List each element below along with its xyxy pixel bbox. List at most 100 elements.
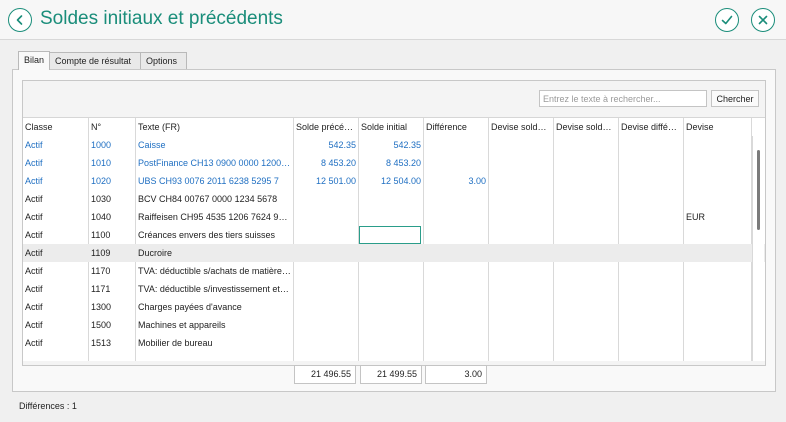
cell-classe[interactable]: Actif xyxy=(23,262,89,280)
confirm-button[interactable] xyxy=(715,8,739,32)
cell-devise[interactable] xyxy=(684,226,752,244)
cell-solde-initial[interactable] xyxy=(359,208,424,226)
cell-solde-initial[interactable] xyxy=(359,190,424,208)
cell-difference[interactable] xyxy=(424,334,489,352)
cell-texte[interactable]: Raiffeisen CH95 4535 1206 7624 98… xyxy=(136,208,294,226)
cell-classe[interactable]: Actif xyxy=(23,208,89,226)
cell-numero[interactable]: 1020 xyxy=(89,172,136,190)
search-input[interactable] xyxy=(539,90,707,107)
cell-numero[interactable]: 1109 xyxy=(89,244,136,262)
cell-solde-initial[interactable] xyxy=(359,244,424,262)
cell-texte[interactable]: Créances envers des tiers suisses xyxy=(136,226,294,244)
cell-texte[interactable]: BCV CH84 00767 0000 1234 5678 xyxy=(136,190,294,208)
header-devise-solde-initial[interactable]: Devise sold… xyxy=(554,118,619,136)
cell-difference[interactable] xyxy=(424,316,489,334)
cell-solde-precedent[interactable] xyxy=(294,298,359,316)
cell-texte[interactable]: TVA: déductible s/investissement et… xyxy=(136,280,294,298)
cell-devise[interactable] xyxy=(684,334,752,352)
cell-classe[interactable]: Actif xyxy=(23,190,89,208)
cell-solde-precedent[interactable] xyxy=(294,280,359,298)
cell-classe[interactable]: Actif xyxy=(23,298,89,316)
cell-numero[interactable]: 1171 xyxy=(89,280,136,298)
cell-solde-precedent[interactable]: 12 501.00 xyxy=(294,172,359,190)
cell-solde-precedent[interactable] xyxy=(294,208,359,226)
header-classe[interactable]: Classe xyxy=(23,118,89,136)
cell-numero[interactable]: 1040 xyxy=(89,208,136,226)
table-row[interactable]: Actif 1513 Mobilier de bureau xyxy=(23,334,765,352)
cell-solde-precedent[interactable] xyxy=(294,190,359,208)
cell-solde-precedent[interactable] xyxy=(294,244,359,262)
tab-options[interactable]: Options xyxy=(140,52,187,70)
cell-difference[interactable] xyxy=(424,262,489,280)
cell-difference[interactable] xyxy=(424,298,489,316)
table-row[interactable]: Actif 1020 UBS CH93 0076 2011 6238 5295 71… xyxy=(23,172,765,190)
cell-difference[interactable]: 3.00 xyxy=(424,172,489,190)
cell-devise[interactable] xyxy=(684,154,752,172)
header-devise-difference[interactable]: Devise diffé… xyxy=(619,118,684,136)
cell-classe[interactable]: Actif xyxy=(23,280,89,298)
header-solde-precedent[interactable]: Solde précé… xyxy=(294,118,359,136)
cell-devise[interactable] xyxy=(684,136,752,154)
cell-texte[interactable]: Ducroire xyxy=(136,244,294,262)
cell-solde-initial[interactable]: 12 504.00 xyxy=(359,172,424,190)
cell-solde-precedent[interactable] xyxy=(294,334,359,352)
cell-classe[interactable]: Actif xyxy=(23,226,89,244)
cell-classe[interactable]: Actif xyxy=(23,154,89,172)
cell-classe[interactable]: Actif xyxy=(23,334,89,352)
cell-numero[interactable]: 1500 xyxy=(89,316,136,334)
cell-texte[interactable]: Mobilier de bureau xyxy=(136,334,294,352)
table-row[interactable]: Actif 1500 Machines et appareils xyxy=(23,316,765,334)
cell-solde-initial[interactable] xyxy=(359,334,424,352)
cell-classe[interactable]: Actif xyxy=(23,136,89,154)
focused-cell[interactable] xyxy=(359,226,421,244)
cell-classe[interactable]: Actif xyxy=(23,172,89,190)
cell-numero[interactable]: 1010 xyxy=(89,154,136,172)
cell-texte[interactable]: Charges payées d'avance xyxy=(136,298,294,316)
cell-solde-precedent[interactable] xyxy=(294,262,359,280)
cell-texte[interactable]: UBS CH93 0076 2011 6238 5295 7 xyxy=(136,172,294,190)
table-row[interactable]: Actif 1000 Caisse 542.35 542.35 xyxy=(23,136,765,154)
cell-devise[interactable] xyxy=(684,316,752,334)
cell-devise[interactable] xyxy=(684,244,752,262)
cell-devise[interactable] xyxy=(684,172,752,190)
cell-devise[interactable] xyxy=(684,190,752,208)
cell-devise[interactable]: EUR xyxy=(684,208,752,226)
header-texte[interactable]: Texte (FR) xyxy=(136,118,294,136)
cell-texte[interactable]: TVA: déductible s/achats de matière… xyxy=(136,262,294,280)
cell-numero[interactable]: 1100 xyxy=(89,226,136,244)
cell-difference[interactable] xyxy=(424,208,489,226)
cell-solde-precedent[interactable]: 542.35 xyxy=(294,136,359,154)
cell-solde-initial[interactable] xyxy=(359,316,424,334)
cell-solde-initial[interactable]: 542.35 xyxy=(359,136,424,154)
vertical-scrollbar[interactable] xyxy=(752,136,764,361)
table-row[interactable]: Actif 1171 TVA: déductible s/investissemen… xyxy=(23,280,765,298)
cell-difference[interactable] xyxy=(424,280,489,298)
cell-difference[interactable] xyxy=(424,190,489,208)
cell-devise[interactable] xyxy=(684,262,752,280)
cell-solde-initial[interactable]: 8 453.20 xyxy=(359,154,424,172)
header-devise[interactable]: Devise xyxy=(684,118,752,136)
cell-numero[interactable]: 1000 xyxy=(89,136,136,154)
cell-solde-precedent[interactable] xyxy=(294,316,359,334)
cell-difference[interactable] xyxy=(424,154,489,172)
cell-numero[interactable]: 1300 xyxy=(89,298,136,316)
search-button[interactable]: Chercher xyxy=(711,90,759,107)
cell-texte[interactable]: Caisse xyxy=(136,136,294,154)
table-row[interactable]: Actif 1030 BCV CH84 00767 0000 1234 5678 xyxy=(23,190,765,208)
header-difference[interactable]: Différence xyxy=(424,118,489,136)
scrollbar-thumb[interactable] xyxy=(757,150,760,230)
cell-numero[interactable]: 1030 xyxy=(89,190,136,208)
cell-solde-initial[interactable] xyxy=(359,298,424,316)
cell-solde-precedent[interactable]: 8 453.20 xyxy=(294,154,359,172)
table-row[interactable]: Actif 1300 Charges payées d'avance xyxy=(23,298,765,316)
cell-difference[interactable] xyxy=(424,244,489,262)
header-devise-solde-precedent[interactable]: Devise sold… xyxy=(489,118,554,136)
table-row[interactable]: Actif 1040 Raiffeisen CH95 4535 1206 7624 … xyxy=(23,208,765,226)
cell-solde-initial[interactable] xyxy=(359,280,424,298)
header-solde-initial[interactable]: Solde initial xyxy=(359,118,424,136)
header-numero[interactable]: N° xyxy=(89,118,136,136)
cell-texte[interactable]: Machines et appareils xyxy=(136,316,294,334)
cell-classe[interactable]: Actif xyxy=(23,244,89,262)
cell-devise[interactable] xyxy=(684,280,752,298)
back-button[interactable] xyxy=(8,8,32,32)
